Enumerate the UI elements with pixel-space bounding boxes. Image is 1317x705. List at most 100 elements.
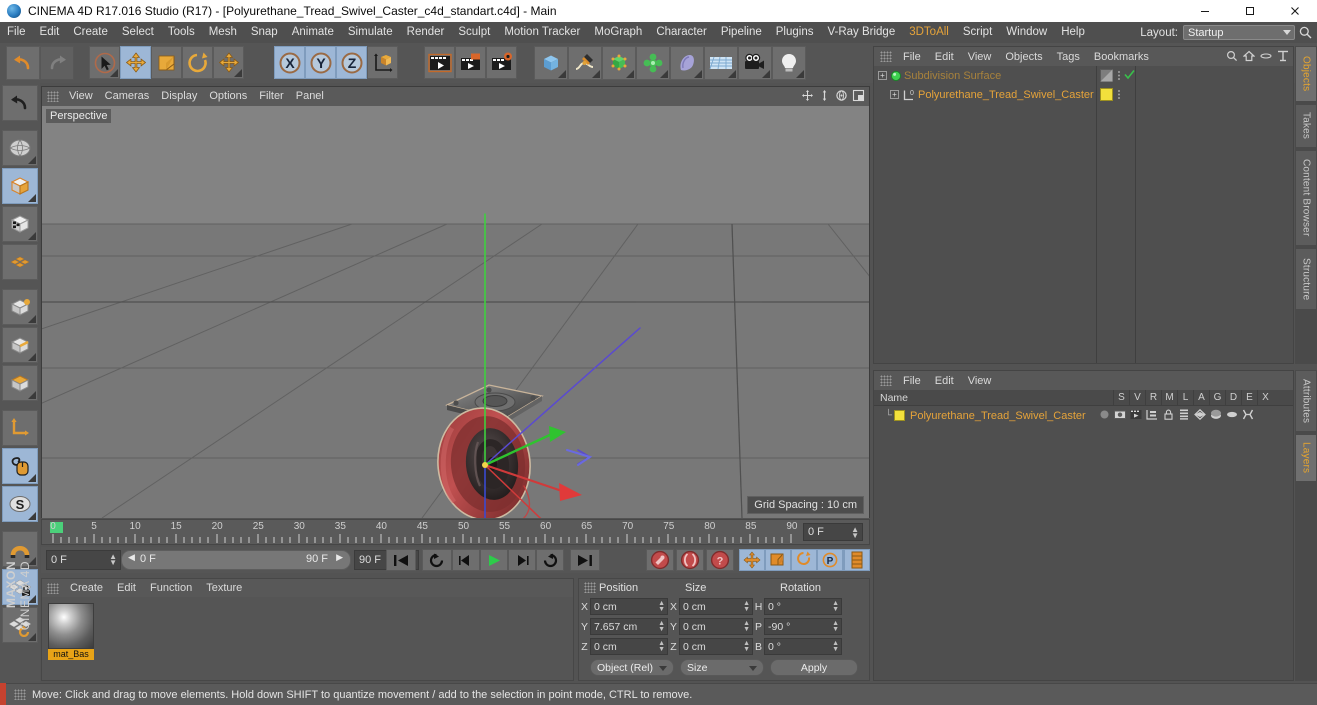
light-button[interactable] [772, 46, 806, 80]
layer-col-m[interactable]: M [1161, 389, 1177, 406]
tool-polygon-mode[interactable] [2, 365, 38, 401]
panel-grip-icon[interactable] [880, 51, 892, 62]
tab-content-browser[interactable]: Content Browser [1295, 150, 1317, 246]
spinner-icon[interactable]: ▲▼ [832, 620, 839, 633]
layer-col-a[interactable]: A [1193, 389, 1209, 406]
play-backwards-loop-button[interactable] [422, 549, 452, 571]
menu-search-icon[interactable] [1298, 25, 1313, 40]
go-to-end-button[interactable] [570, 549, 600, 571]
add-spline-button[interactable] [568, 46, 602, 80]
tool-axis-mode[interactable] [2, 410, 38, 446]
layout-dropdown[interactable]: Startup [1183, 25, 1295, 40]
menu-mesh[interactable]: Mesh [202, 22, 244, 43]
tool-point-mode[interactable] [2, 289, 38, 325]
lock-flag-icon[interactable] [1160, 409, 1176, 420]
object-row-caster[interactable]: + 0 Polyurethane_Tread_Swivel_Caster [874, 85, 1293, 104]
panel-grip-icon[interactable] [47, 582, 59, 594]
menu-tools[interactable]: Tools [161, 22, 202, 43]
panel-grip-icon[interactable] [47, 91, 59, 102]
size-x-input[interactable]: 0 cm ▲ ▼ [679, 598, 753, 615]
y-axis-lock[interactable]: Y [305, 46, 336, 79]
tool-undo[interactable] [2, 85, 38, 121]
layer-col-r[interactable]: R [1145, 389, 1161, 406]
viewport-menu-options[interactable]: Options [203, 87, 253, 106]
z-axis-lock[interactable]: Z [336, 46, 367, 79]
layer-col-v[interactable]: V [1129, 389, 1145, 406]
expression-flag-icon[interactable] [1224, 409, 1240, 420]
xpresso-flag-icon[interactable] [1240, 409, 1256, 420]
display-tag-icon[interactable] [1100, 69, 1113, 82]
tab-takes[interactable]: Takes [1295, 104, 1317, 148]
spinner-icon[interactable]: ▲▼ [109, 553, 117, 567]
tool-edge-mode[interactable] [2, 327, 38, 363]
array-modeling-button[interactable] [636, 46, 670, 80]
deformer-flag-icon[interactable] [1208, 409, 1224, 420]
spinner-icon[interactable]: ▲▼ [851, 526, 859, 540]
menu-window[interactable]: Window [999, 22, 1054, 43]
material-tag-icon[interactable] [1100, 88, 1113, 101]
range-right-arrow-icon[interactable]: ▶ [336, 552, 343, 563]
tool-model-mode[interactable] [2, 168, 38, 204]
maximize-view-icon[interactable] [852, 89, 865, 102]
live-selection-tool[interactable] [89, 46, 120, 79]
play-button[interactable] [480, 549, 508, 571]
menu-3dtoall[interactable]: 3DToAll [902, 22, 956, 43]
panel-grip-icon[interactable] [880, 375, 892, 386]
view-flag-icon[interactable] [1112, 409, 1128, 420]
object-menu-view[interactable]: View [961, 51, 999, 63]
viewport-menu-display[interactable]: Display [155, 87, 203, 106]
render-flag-icon[interactable] [1128, 409, 1144, 420]
orbit-icon[interactable] [835, 89, 848, 102]
pan-icon[interactable] [801, 89, 814, 102]
move-alt-tool[interactable] [213, 46, 244, 79]
material-menu-edit[interactable]: Edit [110, 582, 143, 594]
size-y-input[interactable]: 0 cm ▲ ▼ [679, 618, 753, 635]
rot-b-input[interactable]: 0 ° ▲ ▼ [764, 638, 842, 655]
tool-workplane[interactable] [2, 244, 38, 280]
spinner-icon[interactable]: ▲▼ [743, 620, 750, 633]
current-frame-input[interactable]: 0 F ▲ ▼ [46, 550, 121, 570]
layer-col-d[interactable]: D [1225, 389, 1241, 406]
menu-vray-bridge[interactable]: V-Ray Bridge [820, 22, 902, 43]
minus-icon[interactable] [1260, 50, 1272, 62]
tab-structure[interactable]: Structure [1295, 248, 1317, 310]
material-menu-create[interactable]: Create [63, 582, 110, 594]
tool-texture-mode[interactable] [2, 206, 38, 242]
render-view-button[interactable] [424, 46, 455, 79]
object-menu-objects[interactable]: Objects [998, 51, 1049, 63]
world-object-coordinates[interactable] [367, 46, 398, 79]
spinner-icon[interactable]: ▲▼ [832, 600, 839, 613]
x-axis-lock[interactable]: X [274, 46, 305, 79]
menu-render[interactable]: Render [400, 22, 452, 43]
dolly-icon[interactable] [818, 89, 831, 102]
coordinate-size-dropdown[interactable]: Size [680, 659, 764, 676]
render-settings-button[interactable] [486, 46, 517, 79]
material-menu-texture[interactable]: Texture [199, 582, 249, 594]
fit-icon[interactable] [1277, 50, 1289, 62]
go-to-start-button[interactable] [386, 549, 416, 571]
autokeying-button[interactable] [676, 549, 704, 571]
viewport-menu-cameras[interactable]: Cameras [99, 87, 156, 106]
menu-edit[interactable]: Edit [33, 22, 67, 43]
expander-icon[interactable]: + [878, 71, 887, 80]
viewport-menu-filter[interactable]: Filter [253, 87, 289, 106]
environment-button[interactable] [704, 46, 738, 80]
layer-col-e[interactable]: E [1241, 389, 1257, 406]
tool-make-editable[interactable] [2, 130, 38, 166]
menu-select[interactable]: Select [115, 22, 161, 43]
apply-button[interactable]: Apply [770, 659, 858, 676]
menu-file[interactable]: File [0, 22, 33, 43]
tab-objects[interactable]: Objects [1295, 46, 1317, 102]
panel-grip-icon[interactable] [14, 689, 26, 700]
coordinate-mode-dropdown[interactable]: Object (Rel) [590, 659, 674, 676]
menu-help[interactable]: Help [1054, 22, 1092, 43]
material-menu-function[interactable]: Function [143, 582, 199, 594]
object-manager-tree[interactable]: + Subdivision Surface + 0 Polyurethane_T… [874, 66, 1293, 363]
parameter-key-toggle[interactable]: P [817, 549, 843, 571]
deformer-button[interactable] [670, 46, 704, 80]
spinner-icon[interactable]: ▲▼ [658, 620, 665, 633]
pos-x-input[interactable]: 0 cm ▲ ▼ [590, 598, 668, 615]
search-icon[interactable] [1226, 50, 1238, 62]
menu-animate[interactable]: Animate [285, 22, 341, 43]
menu-character[interactable]: Character [649, 22, 714, 43]
